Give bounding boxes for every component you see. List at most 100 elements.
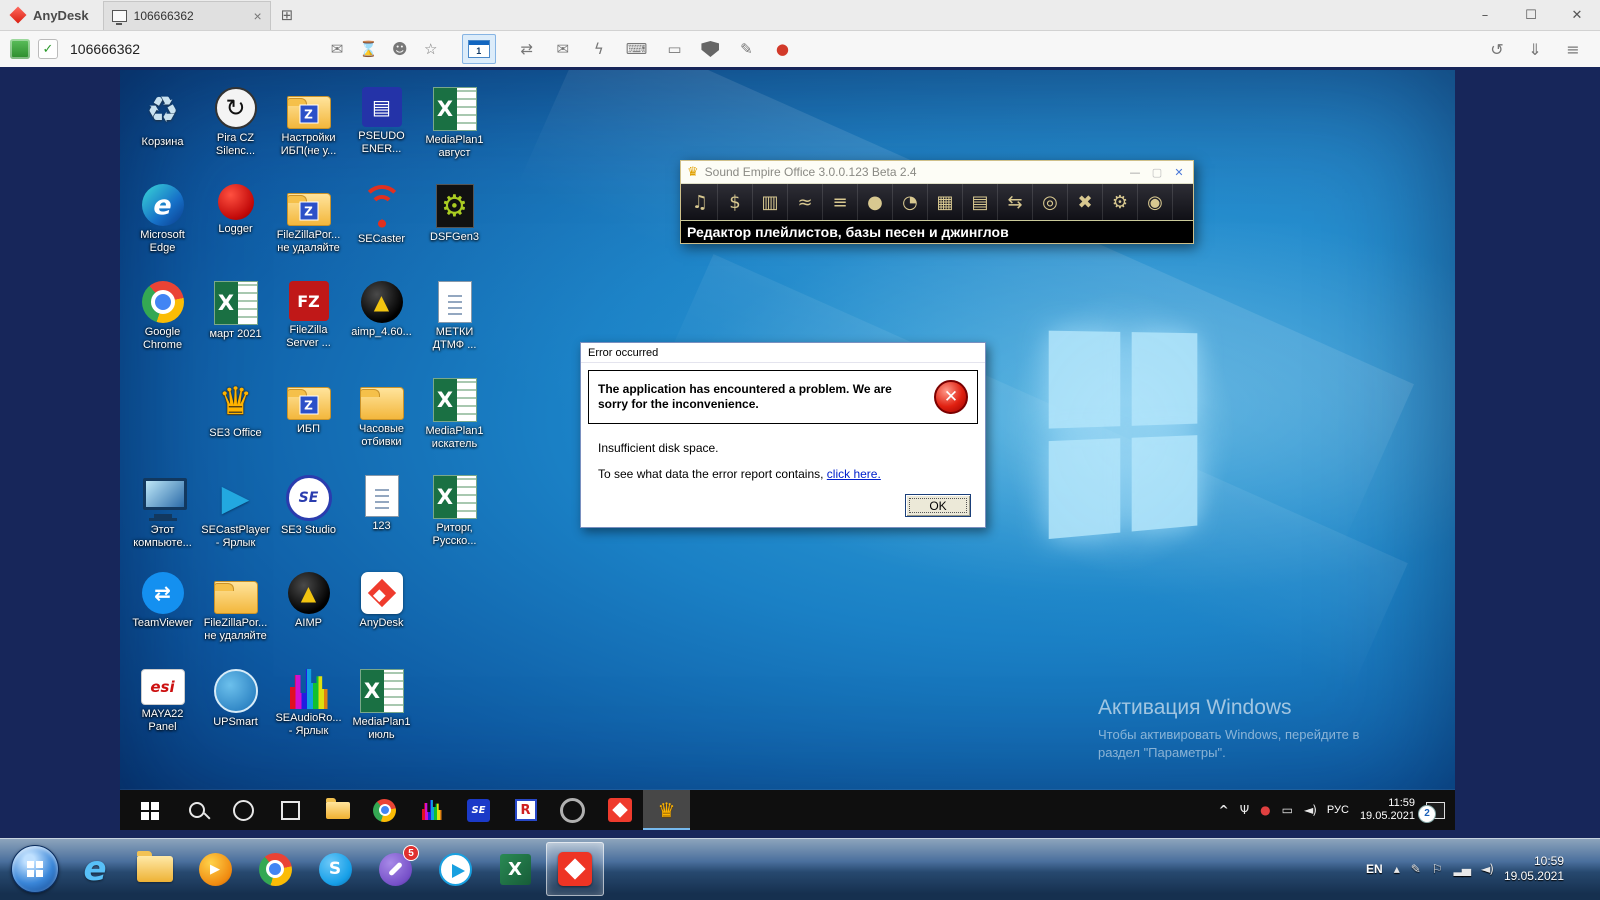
tools-icon[interactable]: ✖ bbox=[1068, 184, 1103, 220]
display-settings-icon[interactable]: ▭ bbox=[665, 40, 683, 58]
desktop-icon-gear[interactable]: ⚙DSFGen3 bbox=[418, 179, 491, 276]
waveform-icon[interactable]: ≈ bbox=[788, 184, 823, 220]
file-transfer-icon[interactable]: ⇄ bbox=[518, 40, 536, 58]
clock[interactable]: 11:59 19.05.2021 bbox=[1360, 797, 1415, 823]
desktop-icon-se3[interactable]: SESE3 Studio bbox=[272, 470, 345, 567]
ring-app-button[interactable] bbox=[549, 790, 596, 830]
se-maximize-button[interactable] bbox=[1149, 166, 1165, 179]
recorder-icon[interactable] bbox=[1260, 803, 1270, 817]
grid-icon[interactable]: ▦ bbox=[928, 184, 963, 220]
anydesk-button[interactable] bbox=[596, 790, 643, 830]
chat-icon[interactable]: ✉ bbox=[554, 40, 572, 58]
notifications-icon[interactable]: 2 bbox=[1426, 802, 1445, 819]
volume-icon[interactable] bbox=[1481, 862, 1493, 876]
scheduler-icon[interactable]: ◔ bbox=[893, 184, 928, 220]
chat-unavailable-icon[interactable]: ✉ bbox=[328, 40, 346, 58]
desktop-icon-esi[interactable]: esiMAYA22 Panel bbox=[126, 664, 199, 761]
desktop-icon-teamviewer[interactable]: ⇄TeamViewer bbox=[126, 567, 199, 664]
se-close-button[interactable] bbox=[1171, 166, 1187, 179]
ok-button[interactable]: OK bbox=[905, 494, 971, 517]
desktop-icon-redblob[interactable]: Logger bbox=[199, 179, 272, 276]
record-session-icon[interactable]: ● bbox=[773, 40, 791, 58]
desktop-icon-upsmart[interactable]: UPSmart bbox=[199, 664, 272, 761]
finance-icon[interactable]: $ bbox=[718, 184, 753, 220]
desktop-icon-excel[interactable]: MediaPlan1 август bbox=[418, 82, 491, 179]
tray-expand-icon[interactable] bbox=[1394, 862, 1400, 876]
r-app-button[interactable]: R bbox=[502, 790, 549, 830]
display-icon[interactable] bbox=[1282, 803, 1293, 817]
permissions-icon[interactable] bbox=[701, 41, 719, 57]
file-explorer-button[interactable] bbox=[314, 790, 361, 830]
desktop-icon-doc[interactable]: 123 bbox=[345, 470, 418, 567]
desktop-icon-zipfolder[interactable]: Настройки ИБП(не у... bbox=[272, 82, 345, 179]
task-view-button[interactable] bbox=[267, 790, 314, 830]
anydesk-host-button[interactable] bbox=[546, 842, 604, 896]
downloads-icon[interactable]: ⇓ bbox=[1526, 40, 1544, 59]
viber-button[interactable]: 5 bbox=[366, 842, 424, 896]
desktop-icon-computer[interactable]: Этот компьюте... bbox=[126, 470, 199, 567]
start-orb[interactable] bbox=[6, 842, 64, 896]
desktop-icon-excel[interactable]: Риторг, Русско... bbox=[418, 470, 491, 567]
new-session-button[interactable] bbox=[281, 6, 294, 24]
host-clock[interactable]: 10:59 19.05.2021 bbox=[1504, 854, 1564, 884]
audio-levels-button[interactable] bbox=[408, 790, 455, 830]
start-button[interactable] bbox=[126, 790, 173, 830]
session-tab[interactable]: 106666362 bbox=[103, 1, 271, 30]
desktop-icon-doc[interactable]: МЕТКИ ДТМФ ... bbox=[418, 276, 491, 373]
cortana-button[interactable] bbox=[220, 790, 267, 830]
desktop-icon-fz[interactable]: FZFileZilla Server ... bbox=[272, 276, 345, 373]
whiteboard-icon[interactable]: ✎ bbox=[737, 40, 755, 58]
session-time-icon[interactable]: ⌛ bbox=[359, 40, 378, 58]
monitor-tab-selector[interactable]: 1 bbox=[462, 34, 496, 64]
telegram-button[interactable] bbox=[426, 842, 484, 896]
se-titlebar[interactable]: Sound Empire Office 3.0.0.123 Beta 2.4 bbox=[681, 161, 1193, 184]
view-icon[interactable]: ◉ bbox=[1138, 184, 1173, 220]
tray-expand-icon[interactable] bbox=[1219, 803, 1229, 817]
chrome-host-button[interactable] bbox=[246, 842, 304, 896]
desktop-icon-folder[interactable]: FileZillaPor... не удаляйте bbox=[199, 567, 272, 664]
document-icon[interactable]: ▥ bbox=[753, 184, 788, 220]
media-player-button[interactable]: ▶ bbox=[186, 842, 244, 896]
playlist-icon[interactable]: ≡ bbox=[823, 184, 858, 220]
search-button[interactable] bbox=[173, 790, 220, 830]
desktop-icon-refresh[interactable]: ↻Pira CZ Silenc... bbox=[199, 82, 272, 179]
database-icon[interactable]: ◎ bbox=[1033, 184, 1068, 220]
participants-icon[interactable]: ☻ bbox=[391, 40, 409, 58]
actions-icon[interactable]: ϟ bbox=[590, 40, 608, 58]
language-indicator[interactable]: РУС bbox=[1327, 804, 1349, 816]
network-icon[interactable] bbox=[1454, 862, 1470, 876]
desktop-icon-play[interactable]: ▶SECastPlayer - Ярлык bbox=[199, 470, 272, 567]
maximize-button[interactable] bbox=[1508, 0, 1554, 30]
desktop-icon-chrome[interactable]: Google Chrome bbox=[126, 276, 199, 373]
action-center-icon[interactable] bbox=[1432, 862, 1443, 876]
session-verified-icon[interactable] bbox=[38, 39, 58, 59]
click-here-link[interactable]: click here. bbox=[827, 467, 881, 481]
desktop-icon-recycle[interactable]: ♻Корзина bbox=[126, 82, 199, 179]
desktop-icon-folder[interactable]: Часовые отбивки bbox=[345, 373, 418, 470]
excel-button[interactable]: X bbox=[486, 842, 544, 896]
desktop-icon-aimp[interactable]: ▲AIMP bbox=[272, 567, 345, 664]
desktop-icon-aimp[interactable]: ▲aimp_4.60... bbox=[345, 276, 418, 373]
ball-icon[interactable]: ● bbox=[858, 184, 893, 220]
settings-icon[interactable]: ⚙ bbox=[1103, 184, 1138, 220]
host-language-indicator[interactable]: EN bbox=[1366, 862, 1383, 876]
connection-tile-icon[interactable] bbox=[10, 39, 30, 59]
desktop-icon-edge[interactable]: eMicrosoft Edge bbox=[126, 179, 199, 276]
desktop-icon-excel[interactable]: MediaPlan1 июль bbox=[345, 664, 418, 761]
log-icon[interactable]: ▤ bbox=[963, 184, 998, 220]
desktop-icon-bars[interactable]: SEAudioRo... - Ярлык bbox=[272, 664, 345, 761]
music-icon[interactable]: ♫ bbox=[683, 184, 718, 220]
explorer-button[interactable] bbox=[126, 842, 184, 896]
close-button[interactable] bbox=[1554, 0, 1600, 30]
exchange-icon[interactable]: ⇆ bbox=[998, 184, 1033, 220]
menu-icon[interactable]: ≡ bbox=[1564, 40, 1582, 59]
se-minimize-button[interactable] bbox=[1127, 166, 1143, 179]
internet-explorer-button[interactable]: e bbox=[66, 842, 124, 896]
desktop-icon-wifi[interactable]: SECaster bbox=[345, 179, 418, 276]
desktop-icon-anydesk[interactable]: AnyDesk bbox=[345, 567, 418, 664]
sound-empire-button[interactable]: ♛ bbox=[643, 790, 690, 830]
secaster-button[interactable]: SE bbox=[455, 790, 502, 830]
history-icon[interactable]: ↺ bbox=[1488, 40, 1506, 59]
desktop-icon-blueapp[interactable]: ▤PSEUDO ENER... bbox=[345, 82, 418, 179]
volume-icon[interactable] bbox=[1304, 803, 1316, 817]
